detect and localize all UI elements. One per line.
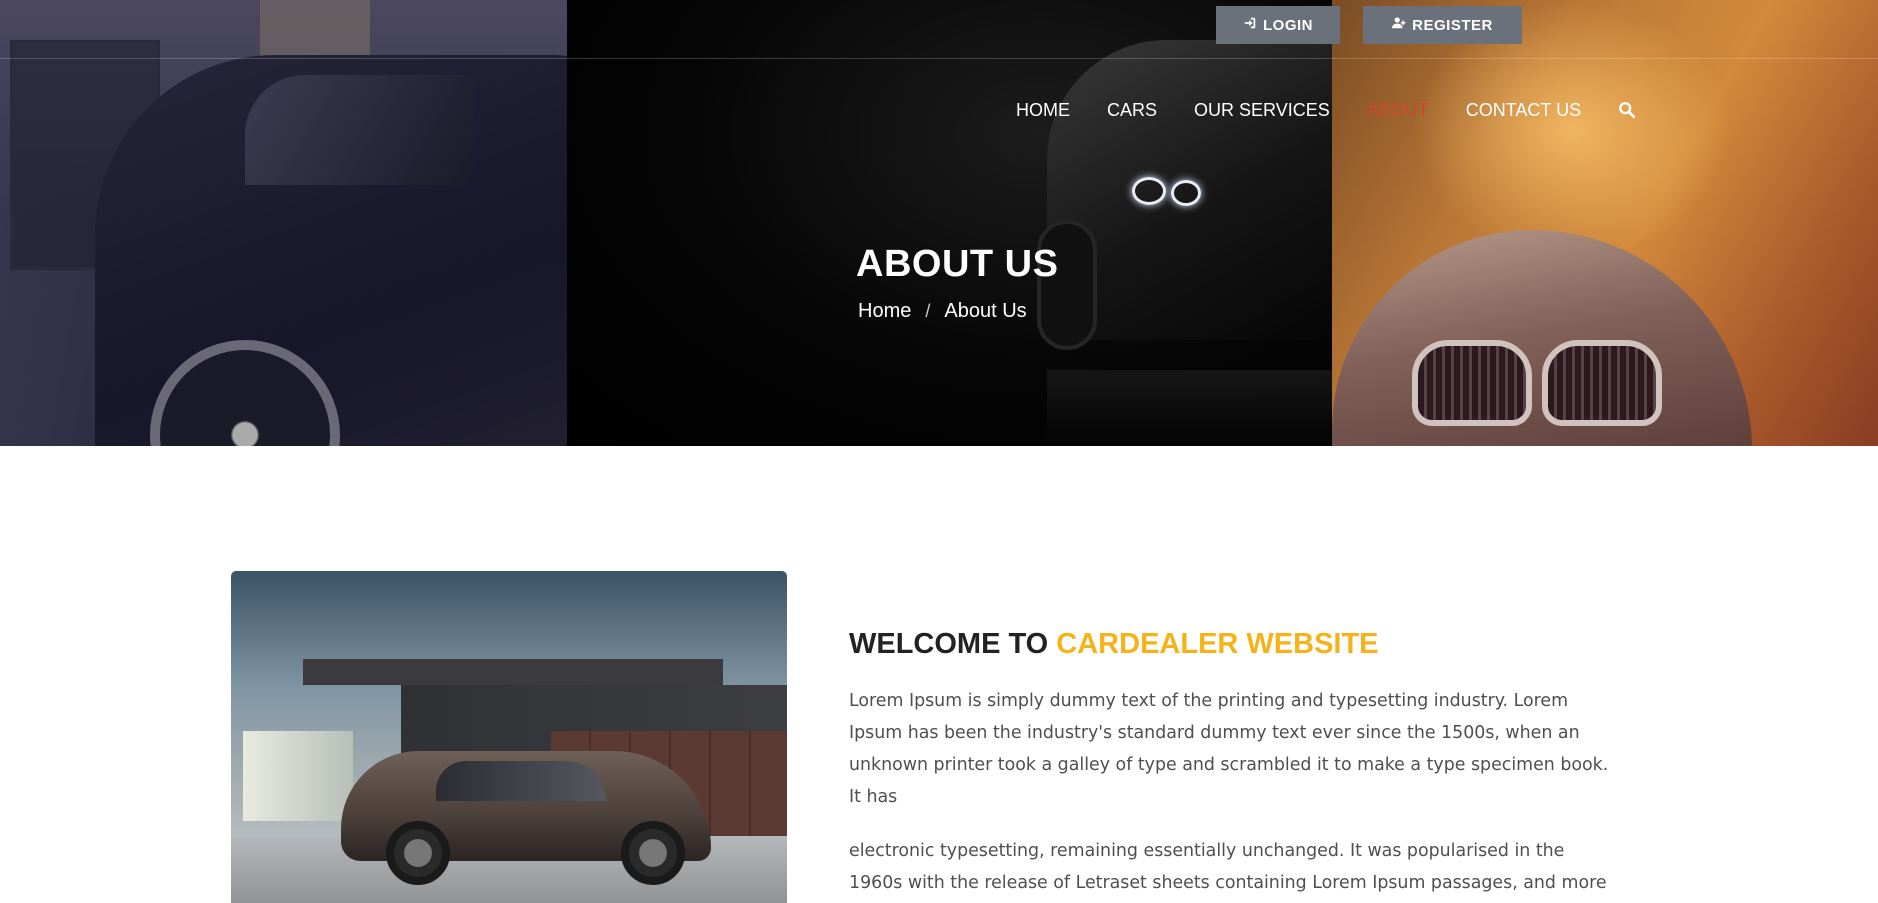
breadcrumb: Home / About Us <box>858 300 1027 323</box>
breadcrumb-current: About Us <box>944 300 1027 322</box>
hero-image-right <box>1332 0 1878 446</box>
login-button[interactable]: LOGIN <box>1216 6 1340 44</box>
breadcrumb-home[interactable]: Home <box>858 300 911 323</box>
search-icon[interactable] <box>1618 100 1638 120</box>
register-button[interactable]: REGISTER <box>1363 6 1522 44</box>
nav-cars[interactable]: CARS <box>1107 100 1157 121</box>
register-label: REGISTER <box>1412 16 1493 34</box>
sign-in-icon <box>1243 16 1257 34</box>
hero-image-center <box>567 0 1347 446</box>
user-plus-icon <box>1392 16 1406 34</box>
main-nav: HOME CARS OUR SERVICES ABOUT CONTACT US <box>1016 98 1638 122</box>
nav-our-services[interactable]: OUR SERVICES <box>1194 100 1330 121</box>
nav-home[interactable]: HOME <box>1016 100 1070 121</box>
about-paragraph-2: electronic typesetting, remaining essent… <box>849 841 1607 893</box>
breadcrumb-separator: / <box>925 301 931 321</box>
welcome-heading-accent: CARDEALER WEBSITE <box>1056 628 1379 660</box>
nav-contact-us[interactable]: CONTACT US <box>1466 100 1581 121</box>
about-car-image <box>231 571 787 903</box>
header-divider <box>0 58 1878 59</box>
welcome-heading-prefix: WELCOME TO <box>849 628 1049 660</box>
welcome-heading: WELCOME TO CARDEALER WEBSITE <box>849 628 1379 661</box>
hero-banner <box>0 0 1878 446</box>
login-label: LOGIN <box>1263 16 1313 34</box>
hero-image-left <box>0 0 615 446</box>
page-title: ABOUT US <box>856 243 1059 285</box>
about-paragraph-1: Lorem Ipsum is simply dummy text of the … <box>849 691 1609 807</box>
nav-about[interactable]: ABOUT <box>1367 100 1429 121</box>
